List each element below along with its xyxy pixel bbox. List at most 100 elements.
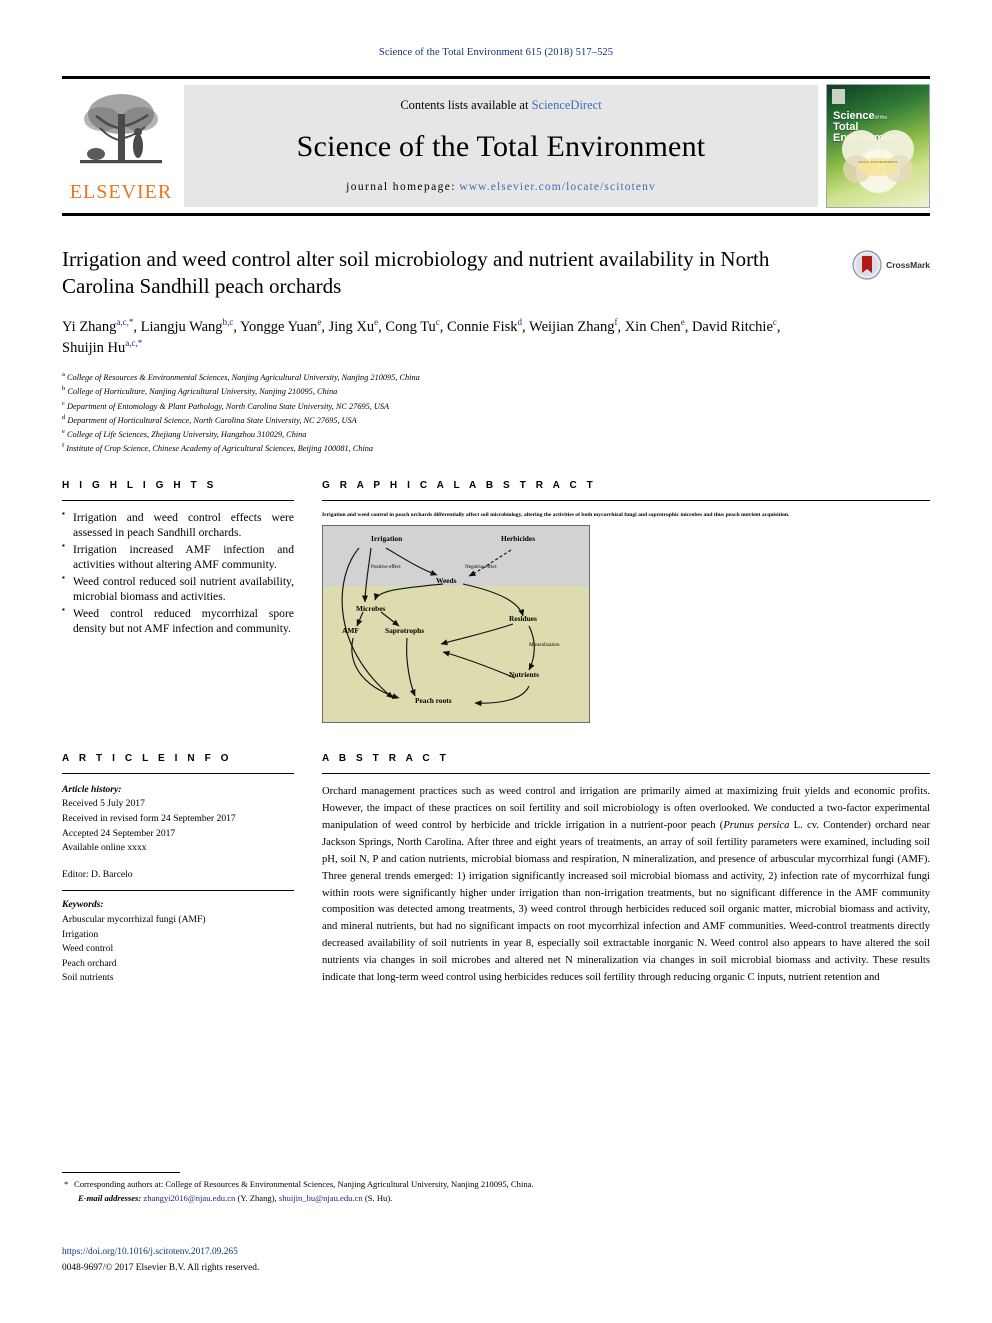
abstract-body: Orchard management practices such as wee…	[322, 784, 930, 987]
affiliation-item: c Department of Entomology & Plant Patho…	[62, 399, 390, 411]
graphical-abstract-rule	[322, 499, 930, 501]
keywords-rule	[62, 890, 294, 892]
article-editor: Editor: D. Barcelo	[62, 868, 133, 880]
ga-edge-label-positive: Positive effect	[371, 563, 401, 570]
affiliation-marker: b	[62, 385, 66, 393]
journal-cover-thumbnail: Scienceof the Total Environment TOTAL EN…	[826, 84, 930, 208]
article-info-column: A R T I C L E I N F O Article history: R…	[62, 753, 294, 987]
article-history-lines: Received 5 July 2017 Received in revised …	[62, 797, 294, 855]
footnotes-block: * Corresponding authors at: College of R…	[62, 1172, 930, 1277]
crossmark-label: CrossMark	[886, 260, 930, 270]
abstract-column: A B S T R A C T Orchard management pract…	[322, 753, 930, 987]
author-affil-marker: c	[435, 316, 440, 327]
highlights-rule	[62, 499, 294, 501]
author-affil-marker: b,c	[222, 316, 234, 327]
author-affil-marker: d	[517, 316, 523, 327]
author-affil-marker: c	[772, 316, 777, 327]
abstract-heading: A B S T R A C T	[322, 752, 450, 764]
info-abstract-row: A R T I C L E I N F O Article history: R…	[62, 753, 930, 987]
keywords-group: Keywords: Arbuscular mycorrhizal fungi (…	[62, 898, 294, 985]
paper-page: Science of the Total Environment 615 (20…	[0, 0, 992, 1323]
author-name: Cong Tu	[385, 318, 436, 335]
ga-node-microbes: Microbes	[356, 603, 386, 613]
abstract-species-name: Prunus persica	[723, 819, 790, 831]
author-name: Shuijin Hu	[62, 340, 126, 357]
cover-blob-caption: TOTAL ENVIRONMENT	[858, 159, 898, 164]
affiliation-marker: d	[62, 413, 66, 421]
affiliation-item: e College of Life Sciences, Zhejiang Uni…	[62, 428, 307, 439]
ga-node-weeds: Weeds	[436, 575, 457, 585]
elsevier-tree-icon	[80, 94, 162, 164]
footnote-rule	[62, 1172, 180, 1174]
graphical-abstract-figure: Irrigation Herbicides Weeds Microbes AMF…	[322, 524, 590, 723]
author-name: Jing Xu	[328, 318, 375, 335]
cover-title-of: of the	[874, 115, 888, 121]
doi-copyright-block: https://doi.org/10.1016/j.scitotenv.2017…	[62, 1245, 930, 1277]
author-affil-marker: e	[317, 316, 322, 327]
email-label: E-mail addresses:	[78, 1192, 142, 1203]
cover-micro-text	[923, 89, 924, 93]
affiliation-item: a College of Resources & Environmental S…	[62, 371, 420, 383]
ga-edge-label-negative: Negative effect	[465, 563, 497, 570]
elsevier-logo: ELSEVIER	[62, 79, 180, 213]
ga-node-herbicides: Herbicides	[501, 533, 536, 543]
article-history-item: Received 5 July 2017	[62, 798, 145, 810]
ga-node-irrigation: Irrigation	[371, 533, 403, 543]
highlights-ga-row: H I G H L I G H T S Irrigation and weed …	[62, 480, 930, 723]
corresponding-author-note: * Corresponding authors at: College of R…	[62, 1178, 930, 1191]
doi-link[interactable]: https://doi.org/10.1016/j.scitotenv.2017…	[62, 1245, 930, 1261]
graphical-abstract-caption: Irrigation and weed control in peach orc…	[322, 511, 790, 518]
ga-node-amf: AMF	[342, 625, 359, 635]
author-name: Connie Fisk	[447, 318, 518, 335]
ga-node-saprotrophs: Saprotrophs	[385, 625, 425, 635]
affiliation-marker: a	[62, 371, 65, 379]
affiliation-item: b College of Horticulture, Nanjing Agric…	[62, 385, 338, 397]
article-info-heading: A R T I C L E I N F O	[62, 752, 233, 764]
highlights-column: H I G H L I G H T S Irrigation and weed …	[62, 480, 294, 723]
keyword-item: Weed control	[62, 943, 114, 955]
highlight-item: Irrigation increased AMF infection and a…	[62, 541, 294, 573]
homepage-url-link[interactable]: www.elsevier.com/locate/scitotenv	[459, 181, 656, 193]
sciencedirect-link[interactable]: ScienceDirect	[532, 98, 602, 112]
affiliation-item: d Department of Horticultural Science, N…	[62, 413, 357, 425]
author-affil-marker: e	[680, 316, 685, 327]
journal-masthead: ELSEVIER Contents lists available at Sci…	[62, 76, 930, 216]
article-history-item: Received in revised form 24 September 20…	[62, 813, 236, 825]
article-history-item: Available online xxxx	[62, 842, 147, 854]
author-name: Yi Zhang	[62, 318, 117, 335]
article-history-label: Article history:	[62, 783, 122, 795]
ga-node-residues: Residues	[509, 613, 537, 623]
author-name: Yongge Yuan	[240, 318, 318, 335]
copyright-line: 0048-9697/© 2017 Elsevier B.V. All right…	[62, 1263, 260, 1274]
elsevier-wordmark: ELSEVIER	[69, 181, 173, 203]
corresponding-text: Corresponding authors at: College of Res…	[74, 1179, 534, 1190]
email-link-2[interactable]: shuijin_hu@njau.edu.cn	[279, 1193, 363, 1203]
page-title: Irrigation and weed control alter soil m…	[62, 247, 770, 299]
keyword-item: Arbuscular mycorrhizal fungi (AMF)	[62, 913, 206, 925]
crossmark-icon	[852, 250, 882, 280]
affiliation-list: a College of Resources & Environmental S…	[62, 370, 820, 455]
masthead-center: Contents lists available at ScienceDirec…	[184, 85, 818, 207]
affiliation-marker: c	[62, 399, 65, 407]
abstract-rule	[322, 772, 930, 774]
highlight-item: Irrigation and weed control effects were…	[62, 508, 294, 541]
contents-prefix: Contents lists available at	[400, 98, 529, 112]
email-note: E-mail addresses: zhangyi2016@njau.edu.c…	[62, 1192, 930, 1205]
highlights-list: Irrigation and weed control effects were…	[62, 508, 294, 637]
email-owner-1: (Y. Zhang),	[237, 1192, 277, 1203]
keywords-label: Keywords:	[62, 899, 104, 911]
email-link-1[interactable]: zhangyi2016@njau.edu.cn	[143, 1193, 235, 1203]
graphical-abstract-column: G R A P H I C A L A B S T R A C T Irriga…	[322, 480, 930, 723]
ga-node-peach-roots: Peach roots	[415, 695, 452, 705]
author-name: David Ritchie	[691, 318, 773, 335]
journal-title: Science of the Total Environment	[296, 130, 706, 163]
crossmark-badge[interactable]: CrossMark	[852, 250, 930, 280]
highlight-item: Weed control reduced soil nutrient avail…	[62, 573, 294, 605]
author-name: Weijian Zhang	[529, 318, 615, 335]
author-affil-marker: e	[374, 316, 379, 327]
homepage-label: journal homepage:	[346, 181, 456, 193]
affiliation-marker: e	[62, 428, 65, 436]
affiliation-item: f Institute of Crop Science, Chinese Aca…	[62, 442, 374, 454]
title-block: CrossMark Irrigation and weed control al…	[62, 246, 930, 456]
highlights-heading: H I G H L I G H T S	[62, 479, 217, 491]
